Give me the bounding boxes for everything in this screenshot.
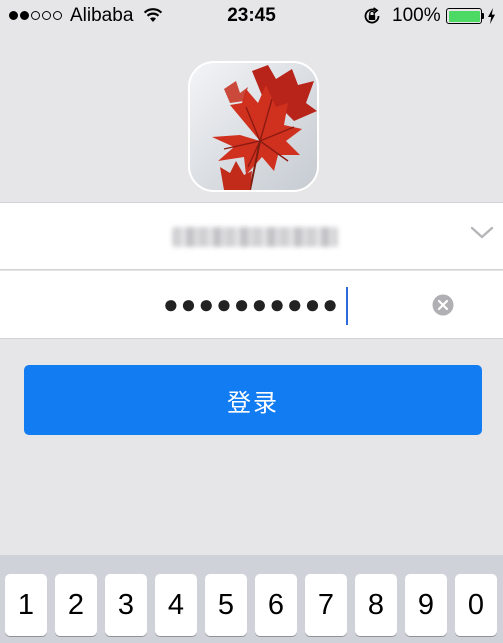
key-0[interactable]: 0	[455, 574, 497, 636]
key-7[interactable]: 7	[305, 574, 347, 636]
status-bar: Alibaba 23:45 100%	[0, 0, 503, 32]
key-5[interactable]: 5	[205, 574, 247, 636]
key-4[interactable]: 4	[155, 574, 197, 636]
key-6[interactable]: 6	[255, 574, 297, 636]
password-row[interactable]: ●●●●●●●●●●	[0, 271, 503, 339]
battery-percentage: 100%	[392, 5, 441, 26]
key-2[interactable]: 2	[55, 574, 97, 636]
key-8[interactable]: 8	[355, 574, 397, 636]
user-avatar	[188, 61, 319, 192]
account-input-blurred[interactable]	[172, 227, 338, 247]
password-dots: ●●●●●●●●●●	[162, 289, 341, 319]
password-input[interactable]: ●●●●●●●●●●	[0, 287, 503, 325]
clear-circle-icon[interactable]	[432, 294, 454, 316]
login-button[interactable]: 登录	[24, 365, 482, 435]
chevron-down-icon[interactable]	[470, 226, 494, 245]
text-cursor	[346, 287, 349, 325]
numeric-keyboard: 1234567890	[0, 555, 503, 643]
keyboard-number-row: 1234567890	[5, 574, 497, 636]
battery-icon	[446, 8, 482, 24]
key-3[interactable]: 3	[105, 574, 147, 636]
key-9[interactable]: 9	[405, 574, 447, 636]
battery-cap	[482, 13, 484, 19]
key-1[interactable]: 1	[5, 574, 47, 636]
charging-bolt-icon	[487, 8, 496, 29]
rotation-lock-icon	[362, 7, 382, 30]
account-row[interactable]	[0, 202, 503, 270]
